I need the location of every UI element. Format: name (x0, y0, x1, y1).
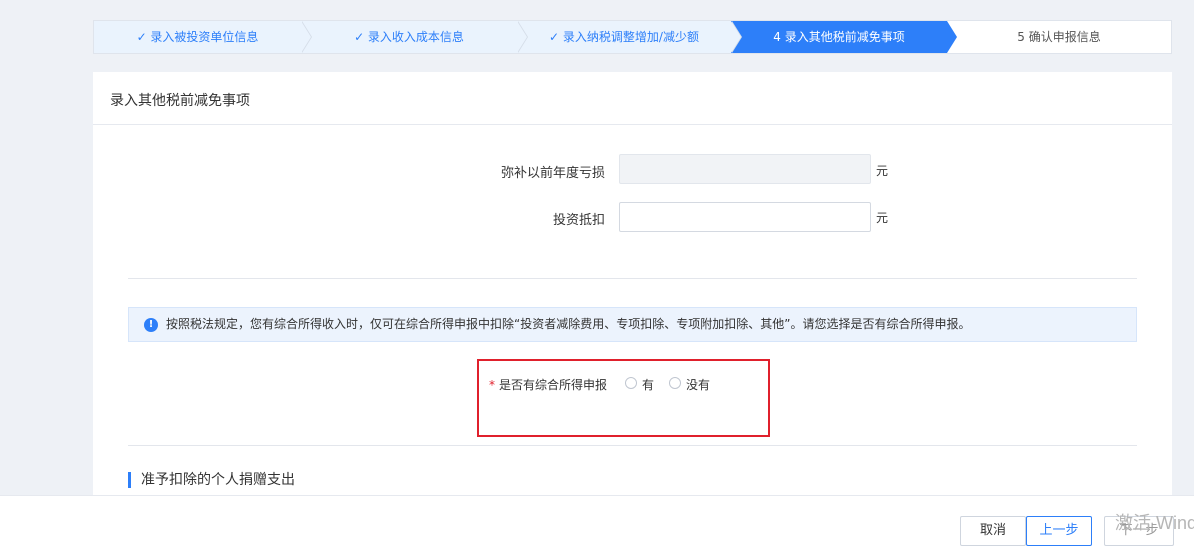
radio-no-label[interactable]: 没有 (686, 376, 710, 393)
loss-carryforward-input[interactable] (619, 154, 871, 184)
loss-carryforward-label: 弥补以前年度亏损 (500, 166, 605, 181)
donation-section-title: 准予扣除的个人捐赠支出 (128, 472, 295, 488)
windows-activation-watermark: 激活 Windows (1115, 513, 1194, 533)
footer-bar: 取消 上一步 下一步 (0, 495, 1194, 546)
top-strip (0, 0, 1194, 18)
step-5[interactable]: 5 确认申报信息 (947, 21, 1171, 53)
deduction-panel: 录入其他税前减免事项 弥补以前年度亏损 元 投资抵扣 元 ! 按照税法规定，您有… (93, 72, 1172, 502)
step-4[interactable]: 4 录入其他税前减免事项 (731, 21, 957, 53)
step-3-label: ✓ 录入纳税调整增加/减少额 (549, 30, 699, 44)
step-4-label: 4 录入其他税前减免事项 (773, 30, 905, 44)
radio-no[interactable] (669, 377, 681, 389)
step-5-label: 5 确认申报信息 (1017, 30, 1101, 44)
loss-carryforward-unit: 元 (876, 164, 889, 178)
step-2[interactable]: ✓ 录入收入成本信息 (301, 21, 528, 53)
step-1-label: ✓ 录入被投资单位信息 (136, 30, 259, 44)
highlight-annotation-box (477, 359, 770, 437)
info-notice-text: 按照税法规定，您有综合所得收入时，仅可在综合所得申报中扣除“投资者减除费用、专项… (166, 317, 971, 331)
required-mark: * (489, 378, 495, 392)
investment-deduction-unit: 元 (876, 211, 889, 225)
panel-divider (93, 124, 1172, 125)
step-3[interactable]: ✓ 录入纳税调整增加/减少额 (517, 21, 742, 53)
info-notice: ! 按照税法规定，您有综合所得收入时，仅可在综合所得申报中扣除“投资者减除费用、… (128, 307, 1137, 342)
investment-deduction-label: 投资抵扣 (552, 213, 605, 228)
info-icon: ! (144, 318, 158, 332)
investment-deduction-input[interactable] (619, 202, 871, 232)
prev-step-button[interactable]: 上一步 (1026, 516, 1092, 546)
step-2-label: ✓ 录入收入成本信息 (354, 30, 464, 44)
step-1[interactable]: ✓ 录入被投资单位信息 (94, 21, 312, 53)
cancel-button[interactable]: 取消 (960, 516, 1026, 546)
section-divider-2 (128, 445, 1137, 446)
section-divider-1 (128, 278, 1137, 279)
radio-yes-label[interactable]: 有 (642, 376, 654, 393)
question-label: 是否有综合所得申报 (499, 378, 608, 392)
radio-yes[interactable] (625, 377, 637, 389)
question-label-wrap: * 是否有综合所得申报 (489, 376, 607, 393)
step-progress-bar: ✓ 录入被投资单位信息 ✓ 录入收入成本信息 ✓ 录入纳税调整增加/减少额 4 … (93, 20, 1172, 54)
panel-title: 录入其他税前减免事项 (110, 93, 250, 109)
